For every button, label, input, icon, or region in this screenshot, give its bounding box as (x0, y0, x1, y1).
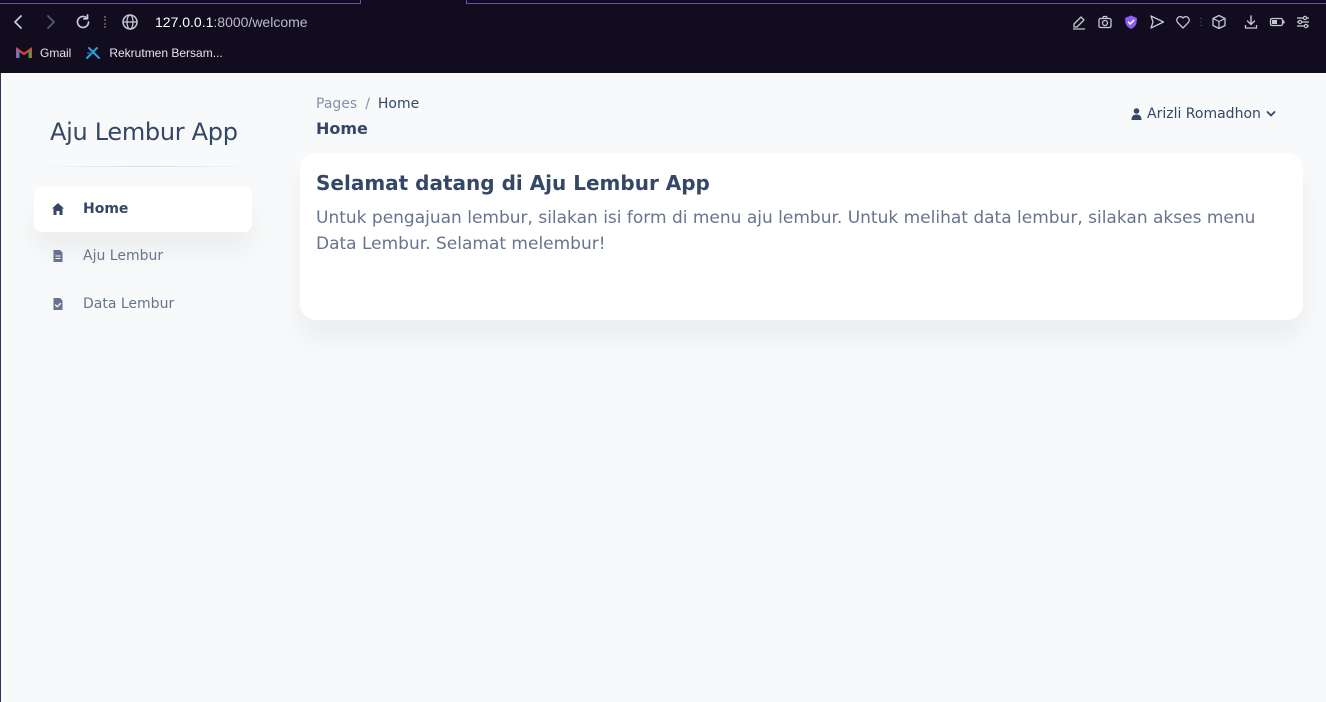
globe-icon[interactable] (121, 13, 139, 31)
reload-icon[interactable] (73, 12, 93, 32)
sidebar-item-label: Home (83, 201, 129, 217)
heart-icon[interactable] (1170, 11, 1196, 33)
document-check-icon (50, 296, 66, 312)
url-host: 127.0.0.1 (155, 14, 214, 30)
forward-icon[interactable] (40, 12, 60, 32)
toolbar-dots: ⋮ (1196, 16, 1206, 28)
breadcrumb-current: Home (377, 96, 420, 112)
browser-toolbar: 127.0.0.1:8000/welcome ⋮ Gmail Rekrutmen… (0, 0, 1326, 73)
chevron-down-icon (1266, 110, 1276, 118)
breadcrumb: Pages / Home (316, 96, 419, 112)
battery-icon[interactable] (1264, 11, 1290, 33)
breadcrumb-separator: / (365, 96, 370, 112)
card-text: Untuk pengajuan lembur, silakan isi form… (316, 208, 1256, 254)
card-title: Selamat datang di Aju Lembur App (316, 171, 710, 195)
sidebar-item-label: Aju Lembur (83, 248, 164, 264)
send-icon[interactable] (1144, 11, 1170, 33)
browser-extension-icons: ⋮ (1066, 11, 1316, 33)
shield-icon[interactable] (1118, 11, 1144, 33)
sidebar-item-data-lembur[interactable]: Data Lembur (34, 281, 252, 327)
bookmarks-bar: Gmail Rekrutmen Bersam... (16, 46, 223, 60)
tab-strip-outline (466, 0, 1326, 4)
user-name: Arizli Romadhon (1147, 106, 1261, 122)
sidebar-item-home[interactable]: Home (34, 186, 252, 232)
edit-icon[interactable] (1066, 11, 1092, 33)
back-icon[interactable] (9, 12, 29, 32)
breadcrumb-parent[interactable]: Pages (316, 96, 357, 112)
active-tab-outline (0, 0, 361, 4)
bookmark-rekrutmen[interactable]: Rekrutmen Bersam... (85, 46, 223, 60)
bookmark-label: Gmail (40, 46, 72, 60)
bookmark-gmail[interactable]: Gmail (16, 46, 71, 60)
welcome-card: Selamat datang di Aju Lembur App Untuk p… (300, 153, 1303, 320)
toolbar-separator (104, 16, 106, 28)
bookmark-label: Rekrutmen Bersam... (109, 46, 223, 60)
download-icon[interactable] (1238, 11, 1264, 33)
user-icon (1131, 108, 1142, 120)
sidebar-item-aju-lembur[interactable]: Aju Lembur (34, 233, 252, 279)
camera-icon[interactable] (1092, 11, 1118, 33)
rekrutmen-icon (85, 46, 101, 60)
cube-icon[interactable] (1206, 11, 1232, 33)
document-icon (50, 248, 66, 264)
gmail-icon (16, 46, 32, 60)
page-title: Home (316, 119, 368, 138)
address-bar[interactable]: 127.0.0.1:8000/welcome (155, 14, 308, 30)
url-path: :8000/welcome (213, 14, 308, 30)
sidebar-divider (34, 166, 256, 167)
sidebar-item-label: Data Lembur (83, 296, 175, 312)
menu-icon[interactable] (1290, 11, 1316, 33)
app-brand[interactable]: Aju Lembur App (50, 118, 238, 146)
app-viewport: Aju Lembur App Home Aju Lembur Data Lemb… (0, 73, 1326, 702)
home-icon (50, 201, 66, 217)
user-menu[interactable]: Arizli Romadhon (1131, 106, 1276, 122)
